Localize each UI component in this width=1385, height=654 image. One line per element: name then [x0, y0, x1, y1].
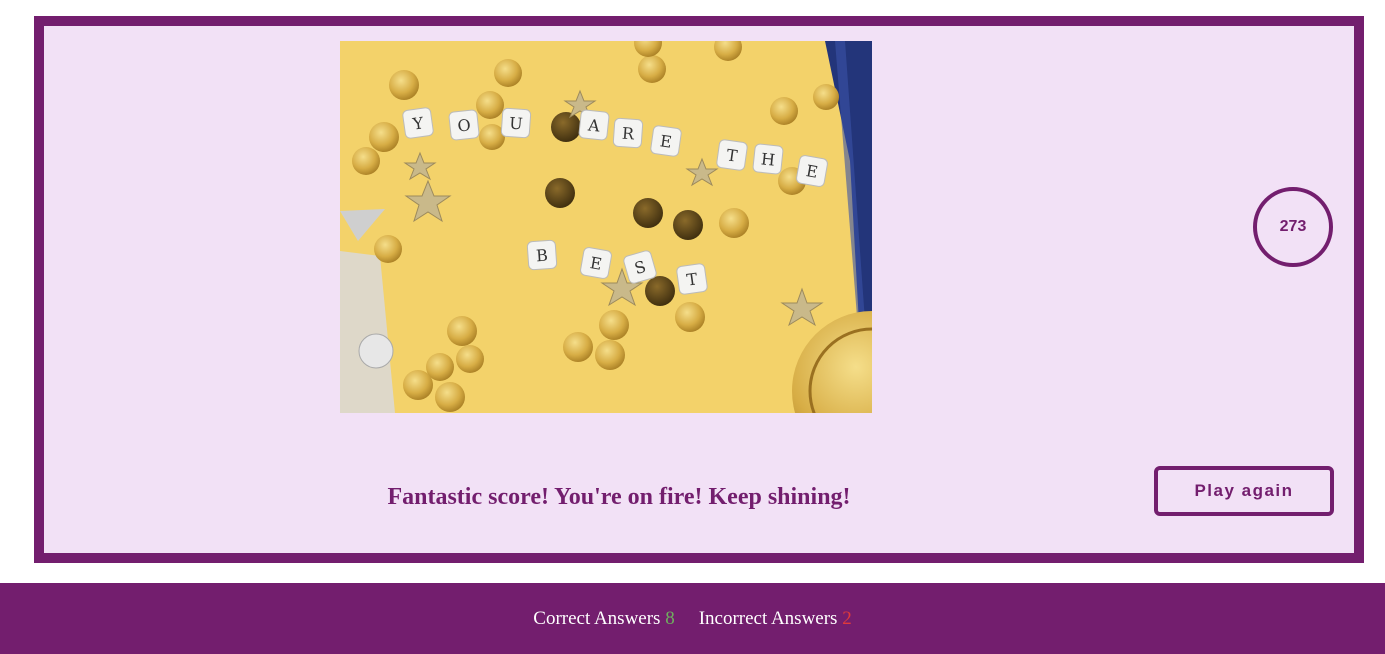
svg-text:O: O [457, 115, 472, 135]
correct-answers-label: Correct Answers [533, 607, 661, 629]
svg-text:A: A [586, 115, 601, 135]
incorrect-answers-label: Incorrect Answers [698, 607, 838, 629]
score-value: 273 [1279, 218, 1307, 235]
svg-text:R: R [621, 124, 635, 144]
incorrect-answers-count: 2 [842, 607, 852, 629]
score-badge: 273 [1253, 187, 1333, 267]
score-footer: Correct Answers 8 Incorrect Answers 2 [0, 583, 1385, 654]
correct-answers-stat: Correct Answers 8 [533, 608, 674, 630]
incorrect-answers-stat: Incorrect Answers 2 [699, 608, 852, 630]
result-card: Y O U A R E T H E B E S T 273 Fantastic … [34, 16, 1364, 563]
result-message: Fantastic score! You're on fire! Keep sh… [387, 484, 851, 510]
correct-answers-count: 8 [665, 607, 675, 629]
svg-text:B: B [536, 246, 549, 266]
celebration-image: Y O U A R E T H E B E S T [340, 41, 872, 413]
svg-text:H: H [760, 149, 776, 169]
svg-text:U: U [509, 114, 524, 134]
play-again-button[interactable]: Play again [1154, 466, 1334, 516]
